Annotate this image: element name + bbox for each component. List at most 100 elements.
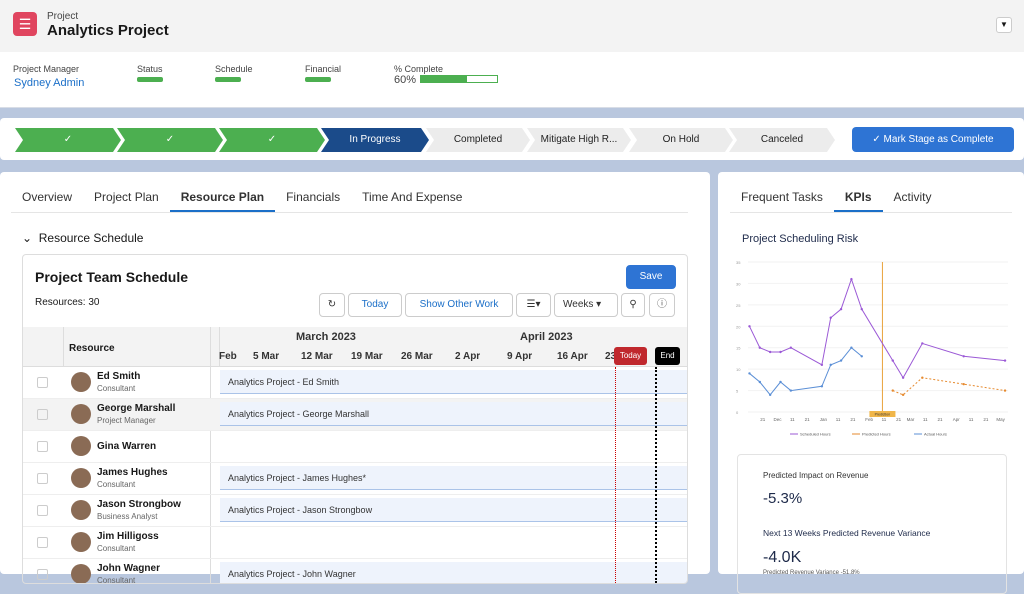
resource-name[interactable]: John Wagner: [97, 563, 160, 574]
weeks-select[interactable]: Weeks ▾: [554, 293, 618, 317]
field-project-manager: Project Manager Sydney Admin: [13, 64, 84, 92]
tab-financials[interactable]: Financials: [275, 190, 351, 212]
x-tick-label: 11: [836, 417, 841, 422]
data-point: [820, 385, 824, 388]
tab-overview[interactable]: Overview: [11, 190, 83, 212]
label: Financial: [305, 64, 342, 74]
stage-5[interactable]: Mitigate High R...: [527, 128, 631, 152]
project-manager-link[interactable]: Sydney Admin: [14, 77, 84, 89]
table-row[interactable]: Jason Strongbow Business Analyst Analytics…: [23, 495, 687, 527]
resource-name[interactable]: George Marshall: [97, 403, 175, 414]
row-checkbox[interactable]: [37, 569, 48, 580]
row-checkbox[interactable]: [37, 377, 48, 388]
table-row[interactable]: John Wagner Consultant Analytics Project -…: [23, 559, 687, 584]
schedule-indicator: [215, 77, 241, 82]
main-panel: Overview Project Plan Resource Plan Financi…: [0, 172, 710, 584]
x-tick-label: 21: [760, 417, 766, 422]
x-tick-label: Jan: [820, 417, 828, 422]
data-point: [789, 389, 793, 392]
resource-name[interactable]: James Hughes: [97, 467, 168, 478]
data-point: [839, 359, 843, 362]
tab-time-and-expense[interactable]: Time And Expense: [351, 190, 473, 212]
assignment-bar[interactable]: Analytics Project - George Marshall: [220, 402, 687, 426]
today-button[interactable]: Today: [348, 293, 402, 317]
avatar: [71, 436, 91, 456]
avatar: [71, 468, 91, 488]
page-title: Analytics Project: [47, 22, 169, 39]
actions-dropdown-button[interactable]: ▼: [996, 17, 1012, 33]
resource-name[interactable]: Jason Strongbow: [97, 499, 181, 510]
side-tab-activity[interactable]: Activity: [883, 190, 943, 212]
assignment-bar[interactable]: Analytics Project - James Hughes*: [220, 466, 687, 490]
info-icon[interactable]: ⓘ: [649, 293, 675, 317]
assignment-bar[interactable]: Analytics Project - Jason Strongbow: [220, 498, 687, 522]
y-tick-label: 10: [736, 367, 741, 372]
y-tick-label: 35: [736, 260, 741, 265]
row-checkbox[interactable]: [37, 473, 48, 484]
stage-1[interactable]: ✓: [117, 128, 223, 152]
clipboard-icon: ☰: [13, 12, 37, 36]
resource-role: Consultant: [97, 576, 136, 584]
month-april: April 2023: [520, 331, 573, 343]
row-checkbox[interactable]: [37, 537, 48, 548]
assignment-bar[interactable]: Analytics Project - John Wagner: [220, 562, 687, 583]
save-button[interactable]: Save: [626, 265, 676, 289]
legend-label: Predicted Hours: [862, 432, 891, 437]
table-row[interactable]: Ed Smith Consultant Analytics Project - Ed…: [23, 367, 687, 399]
stage-6[interactable]: On Hold: [629, 128, 733, 152]
side-tab-kpis[interactable]: KPIs: [833, 190, 883, 212]
view-options-icon[interactable]: ☰▾: [516, 293, 551, 317]
data-point: [901, 376, 905, 379]
assignment-bar[interactable]: Analytics Project - Ed Smith: [220, 370, 687, 394]
table-row[interactable]: Jim Hilligoss Consultant: [23, 527, 687, 559]
legend-label: Scheduled Hours: [800, 432, 831, 437]
resource-name[interactable]: Gina Warren: [97, 441, 156, 452]
show-other-work-button[interactable]: Show Other Work: [405, 293, 513, 317]
x-tick-label: 21: [805, 417, 811, 422]
row-checkbox[interactable]: [37, 441, 48, 452]
stage-3[interactable]: In Progress: [321, 128, 429, 152]
mark-stage-complete-button[interactable]: ✓ Mark Stage as Complete: [852, 127, 1014, 152]
series-line-1: [892, 377, 1006, 396]
table-row[interactable]: Gina Warren: [23, 431, 687, 463]
kpi-value: -5.3%: [763, 490, 803, 507]
resource-role: Business Analyst: [97, 512, 158, 521]
y-tick-label: 25: [736, 303, 741, 308]
tab-resource-plan[interactable]: Resource Plan: [169, 190, 276, 212]
stage-0[interactable]: ✓: [15, 128, 121, 152]
tab-project-plan[interactable]: Project Plan: [83, 190, 170, 212]
stage-7[interactable]: Canceled: [729, 128, 835, 152]
record-header: ☰ Project Analytics Project ▼ Project Ma…: [0, 0, 1024, 108]
status-indicator: [137, 77, 163, 82]
x-tick-label: 11: [969, 417, 974, 422]
x-tick-label: 11: [882, 417, 887, 422]
weeks-value: Weeks: [563, 299, 594, 310]
data-point: [1003, 389, 1007, 392]
week-header: 19 Mar: [351, 351, 383, 362]
table-row[interactable]: George Marshall Project Manager Analytics …: [23, 399, 687, 431]
x-tick-label: 21: [938, 417, 944, 422]
progress-bar: [420, 75, 498, 83]
resource-name[interactable]: Ed Smith: [97, 371, 140, 382]
row-checkbox[interactable]: [37, 409, 48, 420]
row-checkbox[interactable]: [37, 505, 48, 516]
avatar: [71, 564, 91, 583]
label: Project Manager: [13, 64, 80, 74]
side-tab-frequent-tasks[interactable]: Frequent Tasks: [730, 190, 834, 212]
avatar: [71, 532, 91, 552]
kpi-card: Predicted Impact on Revenue -5.3% Next 1…: [737, 454, 1007, 594]
kpi-label: Next 13 Weeks Predicted Revenue Variance: [763, 528, 931, 538]
data-point: [962, 382, 965, 386]
refresh-icon[interactable]: ↻: [319, 293, 345, 317]
table-row[interactable]: James Hughes Consultant Analytics Project …: [23, 463, 687, 495]
scheduling-risk-chart: 0 5 10 15 20 25 30 35 21 Dec 11 21 Jan 11 21 Feb 11 21 Mar…: [736, 260, 1008, 437]
stage-2[interactable]: ✓: [219, 128, 325, 152]
kpi-value: -4.0K: [763, 549, 802, 566]
y-tick-label: 30: [736, 281, 741, 286]
stage-4[interactable]: Completed: [426, 128, 530, 152]
section-resource-schedule[interactable]: ⌄ Resource Schedule: [22, 231, 143, 245]
data-point: [779, 380, 782, 384]
resource-name[interactable]: Jim Hilligoss: [97, 531, 159, 542]
x-tick-label: 11: [923, 417, 928, 422]
assign-resource-icon[interactable]: ⚲: [621, 293, 645, 317]
